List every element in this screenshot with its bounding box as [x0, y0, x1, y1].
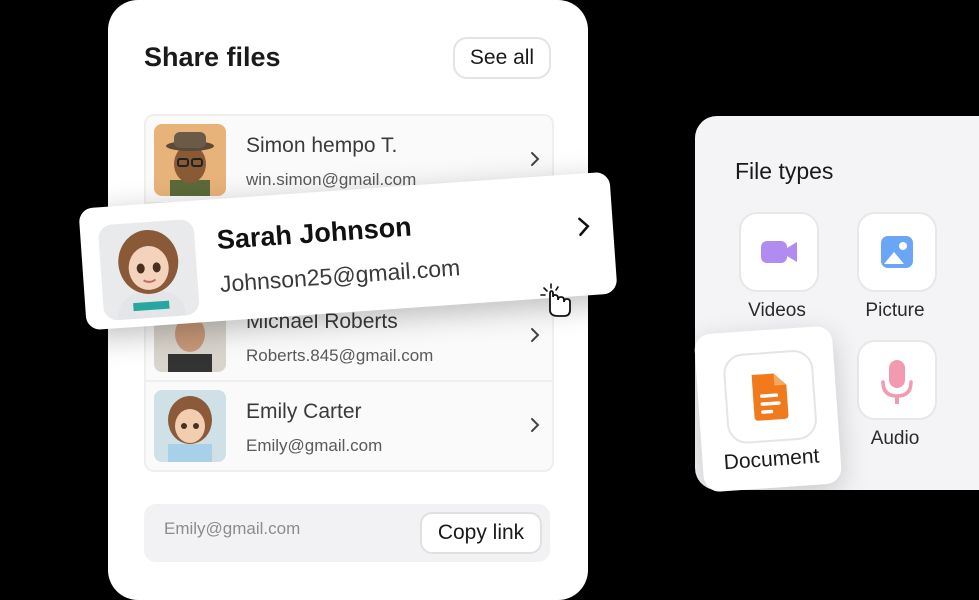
document-icon [751, 373, 789, 421]
file-type-audio-tile[interactable] [857, 340, 937, 420]
file-type-label: Picture [865, 300, 925, 321]
chevron-right-icon [531, 418, 540, 432]
file-type-document-card[interactable]: Document [693, 325, 843, 493]
copy-link-button[interactable]: Copy link [420, 512, 542, 554]
video-camera-icon [761, 241, 797, 263]
contact-email: Johnson25@gmail.com [219, 254, 462, 297]
chevron-right-icon [531, 152, 540, 166]
file-type-label: Audio [870, 428, 920, 449]
file-type-videos-tile[interactable] [739, 212, 819, 292]
chevron-right-icon [531, 328, 540, 342]
contact-name: Emily Carter [246, 400, 362, 423]
file-type-label: Document [722, 444, 821, 475]
hand-pointer-icon [540, 283, 571, 317]
chevron-right-icon [578, 217, 590, 236]
avatar [97, 218, 201, 322]
share-link-bar: Emily@gmail.com Copy link [144, 504, 550, 562]
contact-email: Emily@gmail.com [246, 436, 383, 455]
file-types-title: File types [735, 158, 834, 184]
share-link-field[interactable]: Emily@gmail.com [164, 519, 300, 539]
contact-email: Roberts.845@gmail.com [246, 346, 434, 365]
file-type-picture-tile[interactable] [857, 212, 937, 292]
file-type-label: Videos [748, 300, 806, 321]
share-files-title: Share files [144, 42, 281, 72]
file-type-document-tile[interactable] [722, 348, 819, 445]
contact-name: Simon hempo T. [246, 134, 398, 157]
avatar [154, 390, 226, 462]
see-all-button[interactable]: See all [453, 37, 551, 79]
contact-name: Sarah Johnson [215, 211, 413, 256]
microphone-icon [881, 360, 913, 404]
image-icon [881, 236, 913, 268]
avatar [154, 124, 226, 196]
contact-row-emily[interactable]: Emily Carter Emily@gmail.com [146, 382, 552, 468]
